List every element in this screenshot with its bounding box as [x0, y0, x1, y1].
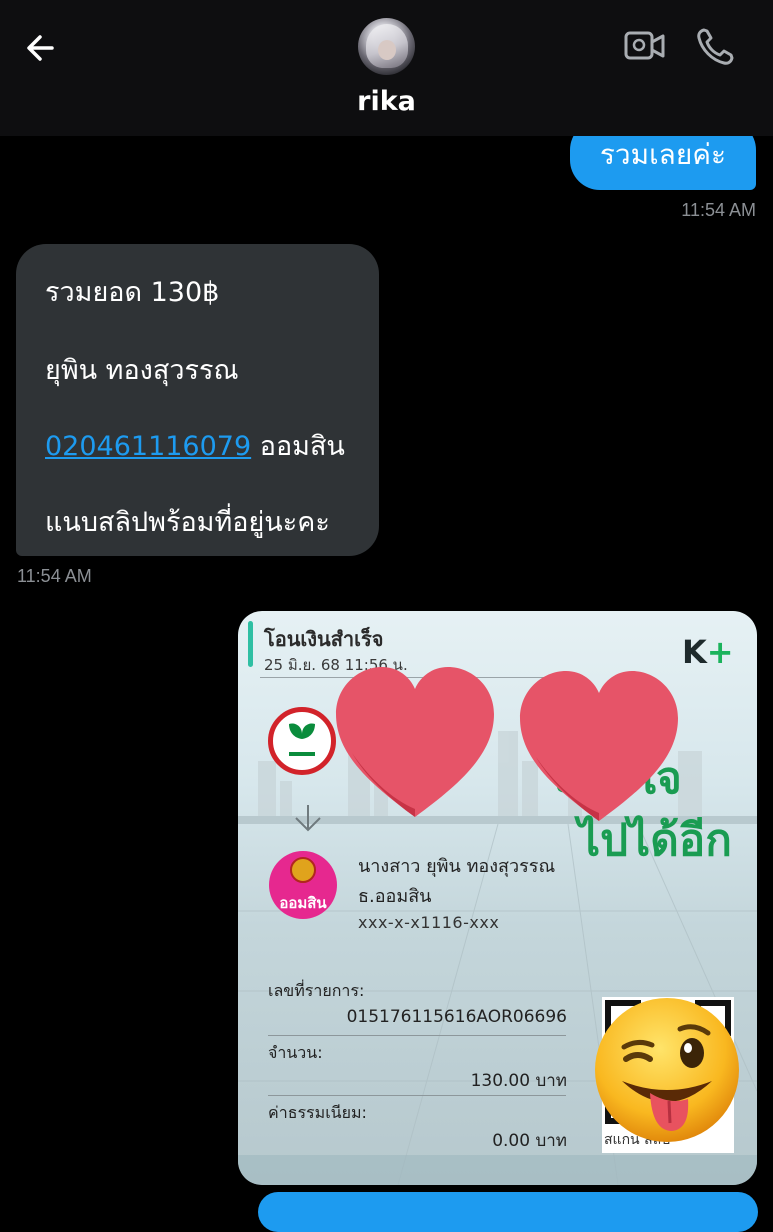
contact-avatar[interactable]	[358, 18, 415, 75]
phone-icon[interactable]	[694, 26, 736, 68]
bank-name: ออมสิน	[251, 431, 345, 462]
recipient-name: นางสาว ยุพิน ทองสุวรรณ	[358, 856, 556, 877]
fee-label: ค่าธรรมเนียม:	[268, 1103, 367, 1122]
message-line-name: ยุพิน ทองสุวรรณ	[45, 355, 239, 386]
kplus-logo: K+	[682, 633, 734, 671]
transfer-slip-image[interactable]: โอนเงินสำเร็จ 25 มิ.ย. 68 11:56 น. K+ ออ…	[238, 611, 757, 1185]
account-number-link[interactable]: 020461116079	[45, 431, 251, 462]
gsb-logo-text: ออมสิน	[279, 894, 327, 912]
recipient-bank: ธ.ออมสิน	[358, 886, 432, 907]
slip-footer-band	[238, 1155, 757, 1185]
heart-sticker-icon	[336, 667, 494, 817]
outgoing-timestamp: 11:54 AM	[681, 200, 756, 220]
winking-tongue-emoji-icon	[595, 998, 739, 1142]
slip-title: โอนเงินสำเร็จ	[264, 627, 384, 651]
message-line-account: 020461116079 ออมสิน	[45, 424, 345, 467]
reference-label: เลขที่รายการ:	[268, 981, 365, 1000]
slip-accent-bar	[248, 621, 253, 667]
recipient-account: xxx-x-x1116-xxx	[358, 913, 500, 932]
down-arrow-icon	[295, 805, 321, 832]
sender-bank-logo	[268, 707, 336, 775]
amount-label: จำนวน:	[268, 1043, 323, 1062]
contact-name[interactable]: rika	[0, 86, 773, 117]
outgoing-message-text: รวมเลยค่ะ	[599, 138, 726, 171]
reference-value: 015176115616AOR06696	[346, 1007, 567, 1027]
message-line-instruction: แนบสลิปพร้อมที่อยู่นะคะ	[45, 507, 330, 538]
video-camera-icon[interactable]	[624, 28, 666, 64]
chat-header: rika	[0, 0, 773, 136]
amount-value: 130.00 บาท	[470, 1071, 567, 1091]
recipient-bank-logo: ออมสิน	[269, 851, 337, 919]
next-message-bubble-partial	[258, 1192, 758, 1232]
gsb-seal-icon	[290, 857, 316, 883]
heart-sticker-icon	[520, 671, 678, 821]
divider	[268, 1035, 566, 1036]
fee-value: 0.00 บาท	[492, 1131, 567, 1151]
divider	[268, 1095, 566, 1096]
incoming-message-bubble[interactable]: รวมยอด 130฿ ยุพิน ทองสุวรรณ 020461116079…	[16, 244, 379, 556]
back-arrow-icon[interactable]	[22, 28, 66, 68]
kbank-leaf-icon	[289, 723, 315, 756]
incoming-timestamp: 11:54 AM	[17, 566, 92, 586]
message-line-total: รวมยอด 130฿	[45, 277, 220, 308]
